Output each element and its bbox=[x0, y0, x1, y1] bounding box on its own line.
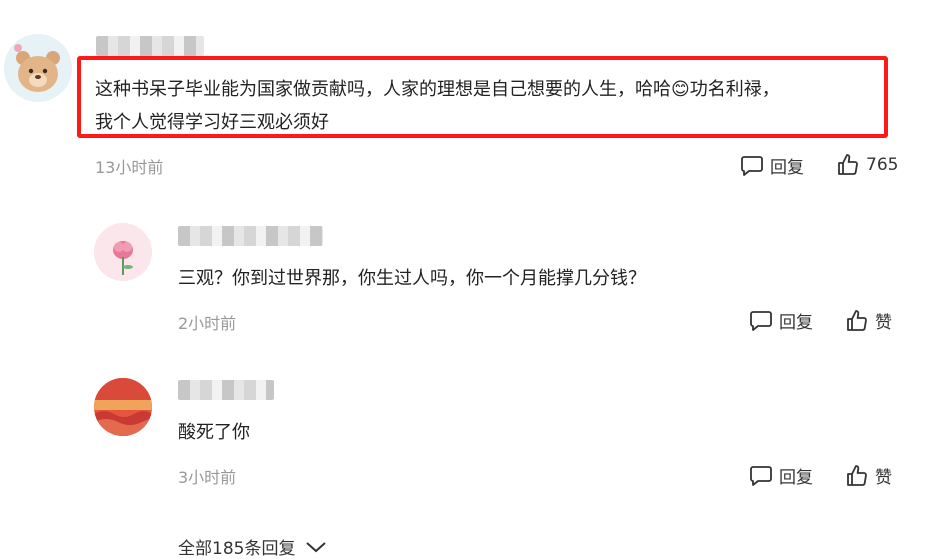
comment-text-line2: 我个人觉得学习好三观必须好 bbox=[95, 112, 329, 133]
like-count: 765 bbox=[866, 155, 899, 175]
reply-avatar[interactable] bbox=[94, 378, 152, 436]
like-label: 赞 bbox=[875, 468, 892, 488]
like-button[interactable]: 765 bbox=[836, 153, 898, 177]
bear-avatar-icon bbox=[4, 34, 72, 102]
all-replies-link[interactable]: 全部185条回复 bbox=[178, 534, 327, 559]
like-button[interactable]: 赞 bbox=[845, 308, 892, 333]
thumbs-up-icon bbox=[847, 309, 867, 331]
reply-name-blurred[interactable] bbox=[178, 226, 323, 246]
reply-label: 回复 bbox=[779, 468, 813, 488]
reply-time: 3小时前 bbox=[178, 468, 237, 487]
reply-avatar[interactable] bbox=[94, 223, 152, 281]
chevron-down-icon bbox=[306, 541, 327, 552]
reply-text: 酸死了你 bbox=[178, 422, 250, 443]
reply-label: 回复 bbox=[779, 313, 813, 333]
commenter-name-blurred[interactable] bbox=[96, 36, 204, 56]
commenter-avatar[interactable] bbox=[4, 34, 72, 102]
comment-bubble-icon bbox=[741, 155, 763, 176]
flower-avatar-icon bbox=[94, 223, 152, 281]
like-label: 赞 bbox=[875, 313, 892, 333]
comment-text: 这种书呆子毕业能为国家做贡献吗，人家的理想是自己想要的人生，哈哈😊功名利禄， 我个… bbox=[95, 73, 890, 139]
sunset-avatar-icon bbox=[94, 378, 152, 436]
comment-time: 13小时前 bbox=[95, 158, 164, 177]
comment-bubble-icon bbox=[750, 310, 772, 331]
like-button[interactable]: 赞 bbox=[845, 463, 892, 488]
comment-text-line1: 这种书呆子毕业能为国家做贡献吗，人家的理想是自己想要的人生，哈哈😊功名利禄， bbox=[95, 79, 780, 100]
reply-name-blurred[interactable] bbox=[178, 380, 274, 400]
reply-button[interactable]: 回复 bbox=[749, 463, 813, 488]
reply-button[interactable]: 回复 bbox=[749, 308, 813, 333]
thumbs-up-icon bbox=[838, 154, 858, 175]
comment-bubble-icon bbox=[750, 465, 772, 486]
all-replies-label: 全部185条回复 bbox=[178, 539, 296, 559]
reply-label: 回复 bbox=[770, 158, 804, 178]
thumbs-up-icon bbox=[847, 464, 867, 486]
reply-time: 2小时前 bbox=[178, 314, 237, 333]
reply-text: 三观？你到过世界那，你生过人吗，你一个月能撑几分钱？ bbox=[178, 268, 646, 289]
reply-button[interactable]: 回复 bbox=[740, 153, 804, 178]
